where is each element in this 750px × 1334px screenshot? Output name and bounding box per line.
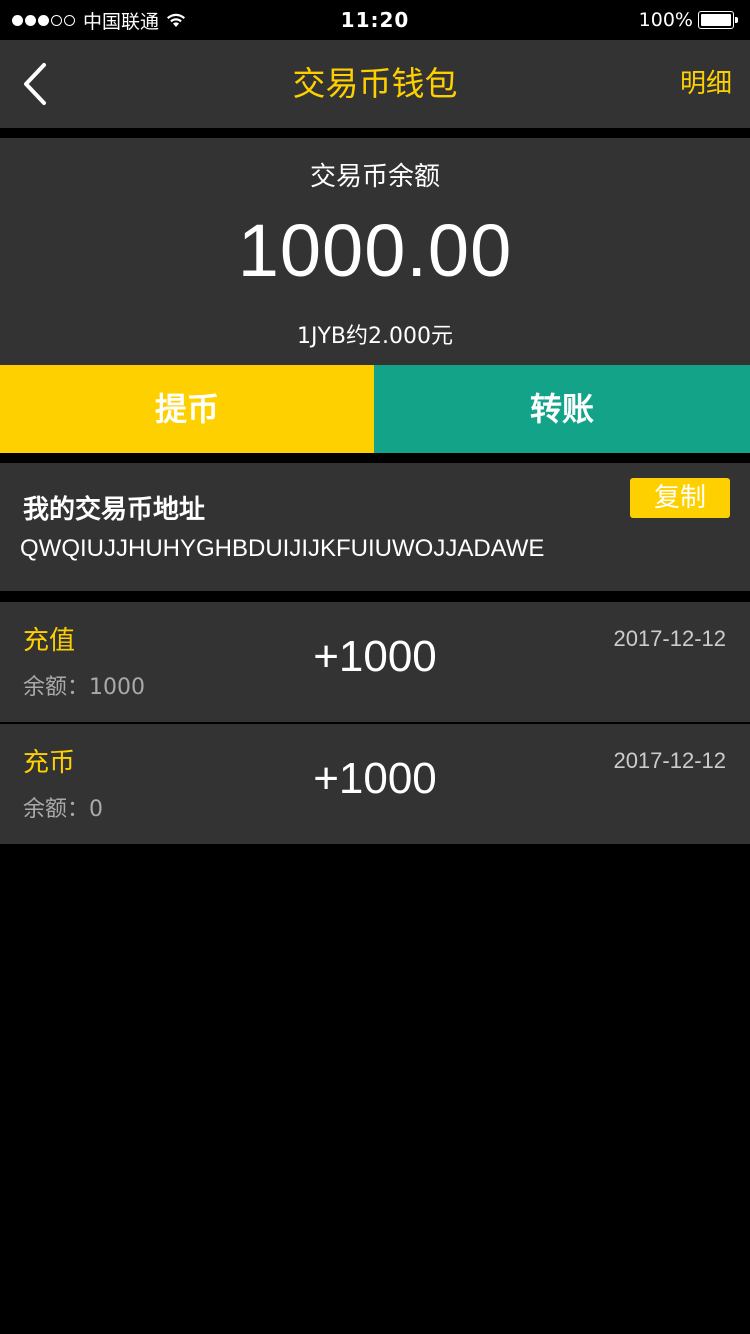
action-row: 提币 转账 [0, 365, 750, 453]
wallet-address: QWQIUJJHUHYGHBDUIJIJKFUIUWOJJADAWE [20, 535, 545, 562]
battery-icon [698, 11, 738, 29]
battery-fill [701, 14, 731, 26]
page-title: 交易币钱包 [292, 64, 458, 103]
battery-tip [735, 17, 738, 23]
record-list: 充值 余额：1000 +1000 2017-12-12 充币 余额：0 +100… [0, 602, 750, 846]
battery-body [698, 11, 734, 29]
list-item[interactable]: 充币 余额：0 +1000 2017-12-12 [0, 724, 750, 844]
address-title: 我的交易币地址 [23, 495, 206, 525]
exchange-rate: 1JYB约2.000元 [297, 324, 453, 349]
copy-button[interactable]: 复制 [630, 478, 730, 518]
back-button[interactable] [10, 54, 60, 114]
status-bar: 中国联通 11:20 100% [0, 0, 750, 40]
battery-percentage: 100% [638, 9, 693, 31]
withdraw-button[interactable]: 提币 [0, 365, 374, 453]
balance-label: 交易币余额 [309, 162, 440, 192]
balance-amount: 1000.00 [237, 209, 513, 292]
address-card: 我的交易币地址 复制 QWQIUJJHUHYGHBDUIJIJKFUIUWOJJ… [0, 463, 750, 591]
chevron-left-icon [24, 63, 46, 105]
transfer-button[interactable]: 转账 [374, 365, 750, 453]
status-time: 11:20 [340, 8, 410, 32]
list-item[interactable]: 充值 余额：1000 +1000 2017-12-12 [0, 602, 750, 722]
nav-bar: 交易币钱包 明细 [0, 40, 750, 128]
record-date: 2017-12-12 [613, 626, 726, 651]
balance-card: 交易币余额 1000.00 1JYB约2.000元 [0, 138, 750, 365]
status-right: 100% [639, 8, 738, 32]
detail-button[interactable]: 明细 [680, 40, 732, 128]
record-date: 2017-12-12 [613, 748, 726, 773]
